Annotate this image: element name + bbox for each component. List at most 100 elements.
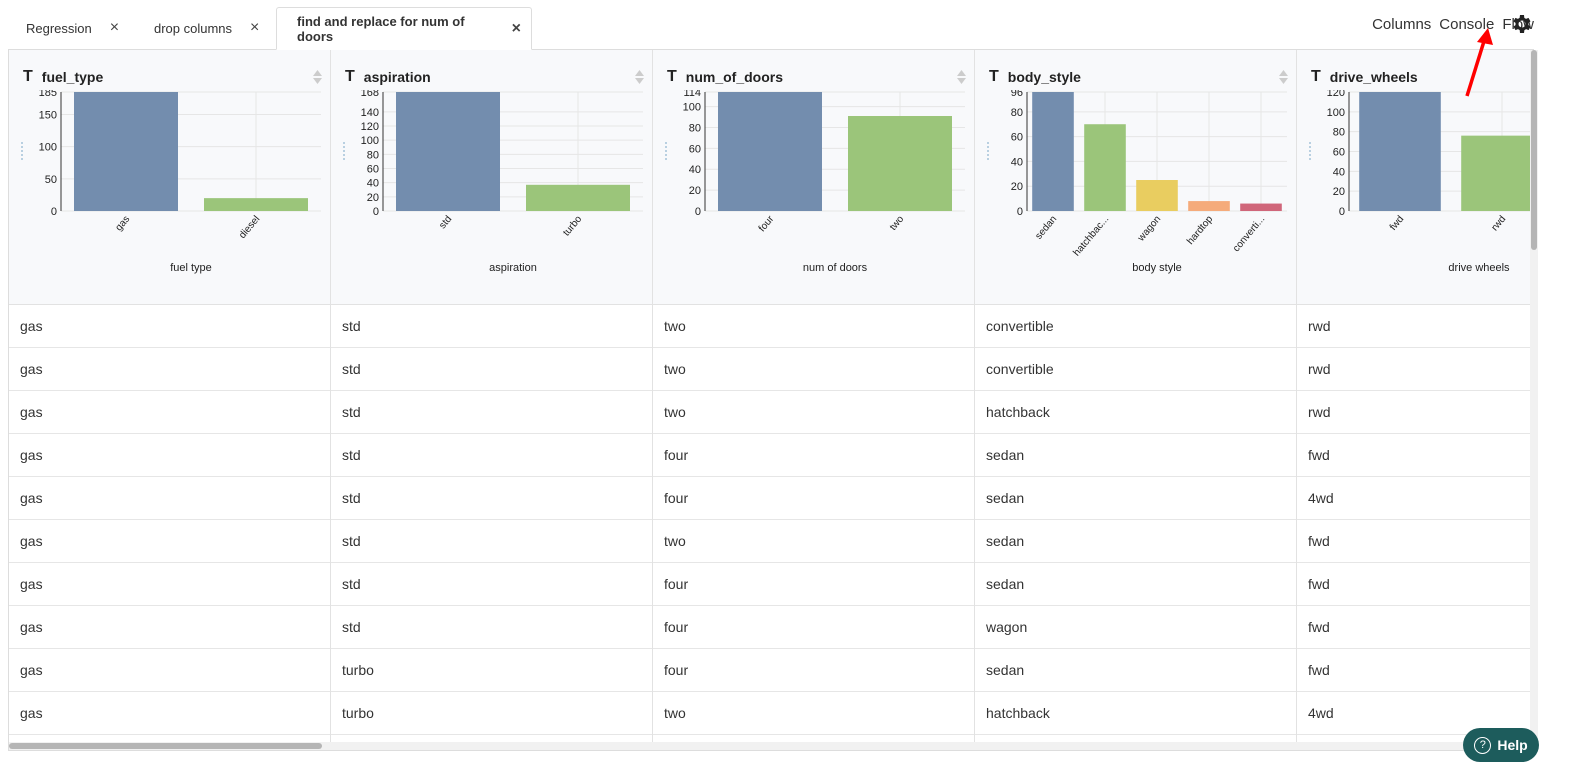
bar-gas[interactable] <box>74 92 178 211</box>
bar-std[interactable] <box>396 92 500 211</box>
table-cell[interactable]: gas <box>9 606 330 649</box>
gear-icon[interactable] <box>1510 12 1534 36</box>
horizontal-scrollbar[interactable] <box>9 743 322 749</box>
table-cell[interactable]: sedan <box>975 520 1296 563</box>
y-tick-label: 150 <box>39 110 57 122</box>
table-cell[interactable]: gas <box>9 520 330 563</box>
close-icon[interactable]: × <box>512 20 521 38</box>
table-cell[interactable]: std <box>331 477 652 520</box>
column-header[interactable]: Taspiration std turbo 0 20 40 60 80 100 120 140 168… <box>331 50 652 305</box>
tab-find-and-replace[interactable]: find and replace for num of doors × <box>276 7 532 50</box>
column-fuel-type: Tfuel_type gas diesel 0 50 100 150 185 fuel type… <box>9 50 331 750</box>
close-icon[interactable]: × <box>110 19 119 37</box>
column-header[interactable]: Tfuel_type gas diesel 0 50 100 150 185 fuel type <box>9 50 330 305</box>
table-cell[interactable]: gas <box>9 348 330 391</box>
table-cell[interactable]: std <box>331 434 652 477</box>
table-cell[interactable]: sedan <box>975 563 1296 606</box>
table-cell[interactable]: fwd <box>1297 606 1533 649</box>
table-cell[interactable]: two <box>653 520 974 563</box>
bar-wagon[interactable] <box>1136 180 1178 211</box>
data-grid: Tfuel_type gas diesel 0 50 100 150 185 fuel type… <box>8 49 1534 751</box>
tab-label: find and replace for num of doors <box>297 13 465 44</box>
table-cell[interactable]: four <box>653 563 974 606</box>
table-cell[interactable]: four <box>653 477 974 520</box>
vertical-scrollbar[interactable] <box>1531 50 1537 250</box>
table-cell[interactable]: std <box>331 305 652 348</box>
bar-rwd[interactable] <box>1461 135 1534 211</box>
table-cell[interactable]: two <box>653 391 974 434</box>
x-tick-label: four <box>757 213 777 234</box>
table-cell[interactable]: gas <box>9 305 330 348</box>
close-icon[interactable]: × <box>250 19 259 37</box>
table-cell[interactable]: turbo <box>331 692 652 735</box>
column-header[interactable]: Tnum_of_doors four two 0 20 40 60 80 100 114 num o… <box>653 50 974 305</box>
table-cell[interactable]: std <box>331 520 652 563</box>
table-cell[interactable]: two <box>653 348 974 391</box>
table-cell[interactable]: sedan <box>975 434 1296 477</box>
table-cell[interactable]: std <box>331 606 652 649</box>
sort-icon[interactable] <box>635 70 644 84</box>
table-cell[interactable]: fwd <box>1297 520 1533 563</box>
table-cell[interactable]: four <box>653 649 974 692</box>
table-cell[interactable]: std <box>331 563 652 606</box>
bar-sedan[interactable] <box>1032 92 1074 211</box>
tab-regression[interactable]: Regression × <box>8 7 136 49</box>
bar-hardtop[interactable] <box>1188 201 1230 211</box>
table-cell[interactable]: gas <box>9 477 330 520</box>
table-cell[interactable]: rwd <box>1297 391 1533 434</box>
y-tick-label: 20 <box>689 185 701 197</box>
y-tick-label: 0 <box>51 206 57 218</box>
column-header[interactable]: Tbody_style sedan hatchbac... wagon hardtop c… <box>975 50 1296 305</box>
x-tick-label: wagon <box>1135 214 1163 244</box>
table-cell[interactable]: std <box>331 348 652 391</box>
sort-icon[interactable] <box>1279 70 1288 84</box>
bar-turbo[interactable] <box>526 184 630 211</box>
x-axis-title: aspiration <box>489 262 537 274</box>
table-cell[interactable]: convertible <box>975 305 1296 348</box>
bar-diesel[interactable] <box>204 198 308 211</box>
table-cell[interactable]: hatchback <box>975 692 1296 735</box>
annotation-arrow-icon <box>1465 28 1493 97</box>
x-tick-label: sedan <box>1033 214 1059 242</box>
bar-hatchbac[interactable] <box>1084 124 1126 211</box>
table-cell[interactable]: two <box>653 692 974 735</box>
y-tick-label: 40 <box>1011 156 1023 168</box>
y-tick-label: 114 <box>683 90 701 99</box>
table-cell[interactable]: gas <box>9 391 330 434</box>
table-cell[interactable]: sedan <box>975 649 1296 692</box>
bar-two[interactable] <box>848 116 952 211</box>
table-cell[interactable]: rwd <box>1297 348 1533 391</box>
sort-icon[interactable] <box>313 70 322 84</box>
table-cell[interactable]: convertible <box>975 348 1296 391</box>
bar-four[interactable] <box>718 92 822 211</box>
table-cell[interactable]: four <box>653 434 974 477</box>
table-cell[interactable]: fwd <box>1297 434 1533 477</box>
table-cell[interactable]: rwd <box>1297 305 1533 348</box>
table-cell[interactable]: gas <box>9 563 330 606</box>
table-cell[interactable]: hatchback <box>975 391 1296 434</box>
table-cell[interactable]: four <box>653 606 974 649</box>
table-cell[interactable]: sedan <box>975 477 1296 520</box>
table-cell[interactable]: gas <box>9 649 330 692</box>
table-cell[interactable]: fwd <box>1297 563 1533 606</box>
sort-icon[interactable] <box>957 70 966 84</box>
column-name: fuel_type <box>41 69 104 85</box>
column-num-of-doors: Tnum_of_doors four two 0 20 40 60 80 100 114 num o… <box>653 50 975 750</box>
table-cell[interactable]: gas <box>9 434 330 477</box>
table-cell[interactable]: fwd <box>1297 649 1533 692</box>
tab-label: Regression <box>26 20 92 36</box>
table-cell[interactable]: std <box>331 391 652 434</box>
bar-fwd[interactable] <box>1359 92 1441 211</box>
text-type-icon: T <box>1311 68 1321 85</box>
x-tick-label: std <box>437 214 454 231</box>
x-tick-label: hardtop <box>1185 214 1216 247</box>
table-cell[interactable]: two <box>653 305 974 348</box>
table-cell[interactable]: gas <box>9 692 330 735</box>
columns-link[interactable]: Columns <box>1372 16 1431 33</box>
table-cell[interactable]: wagon <box>975 606 1296 649</box>
table-cell[interactable]: 4wd <box>1297 477 1533 520</box>
help-button[interactable]: ? Help <box>1463 728 1539 762</box>
tab-drop-columns[interactable]: drop columns × <box>136 7 276 49</box>
bar-converti[interactable] <box>1240 203 1282 211</box>
table-cell[interactable]: turbo <box>331 649 652 692</box>
